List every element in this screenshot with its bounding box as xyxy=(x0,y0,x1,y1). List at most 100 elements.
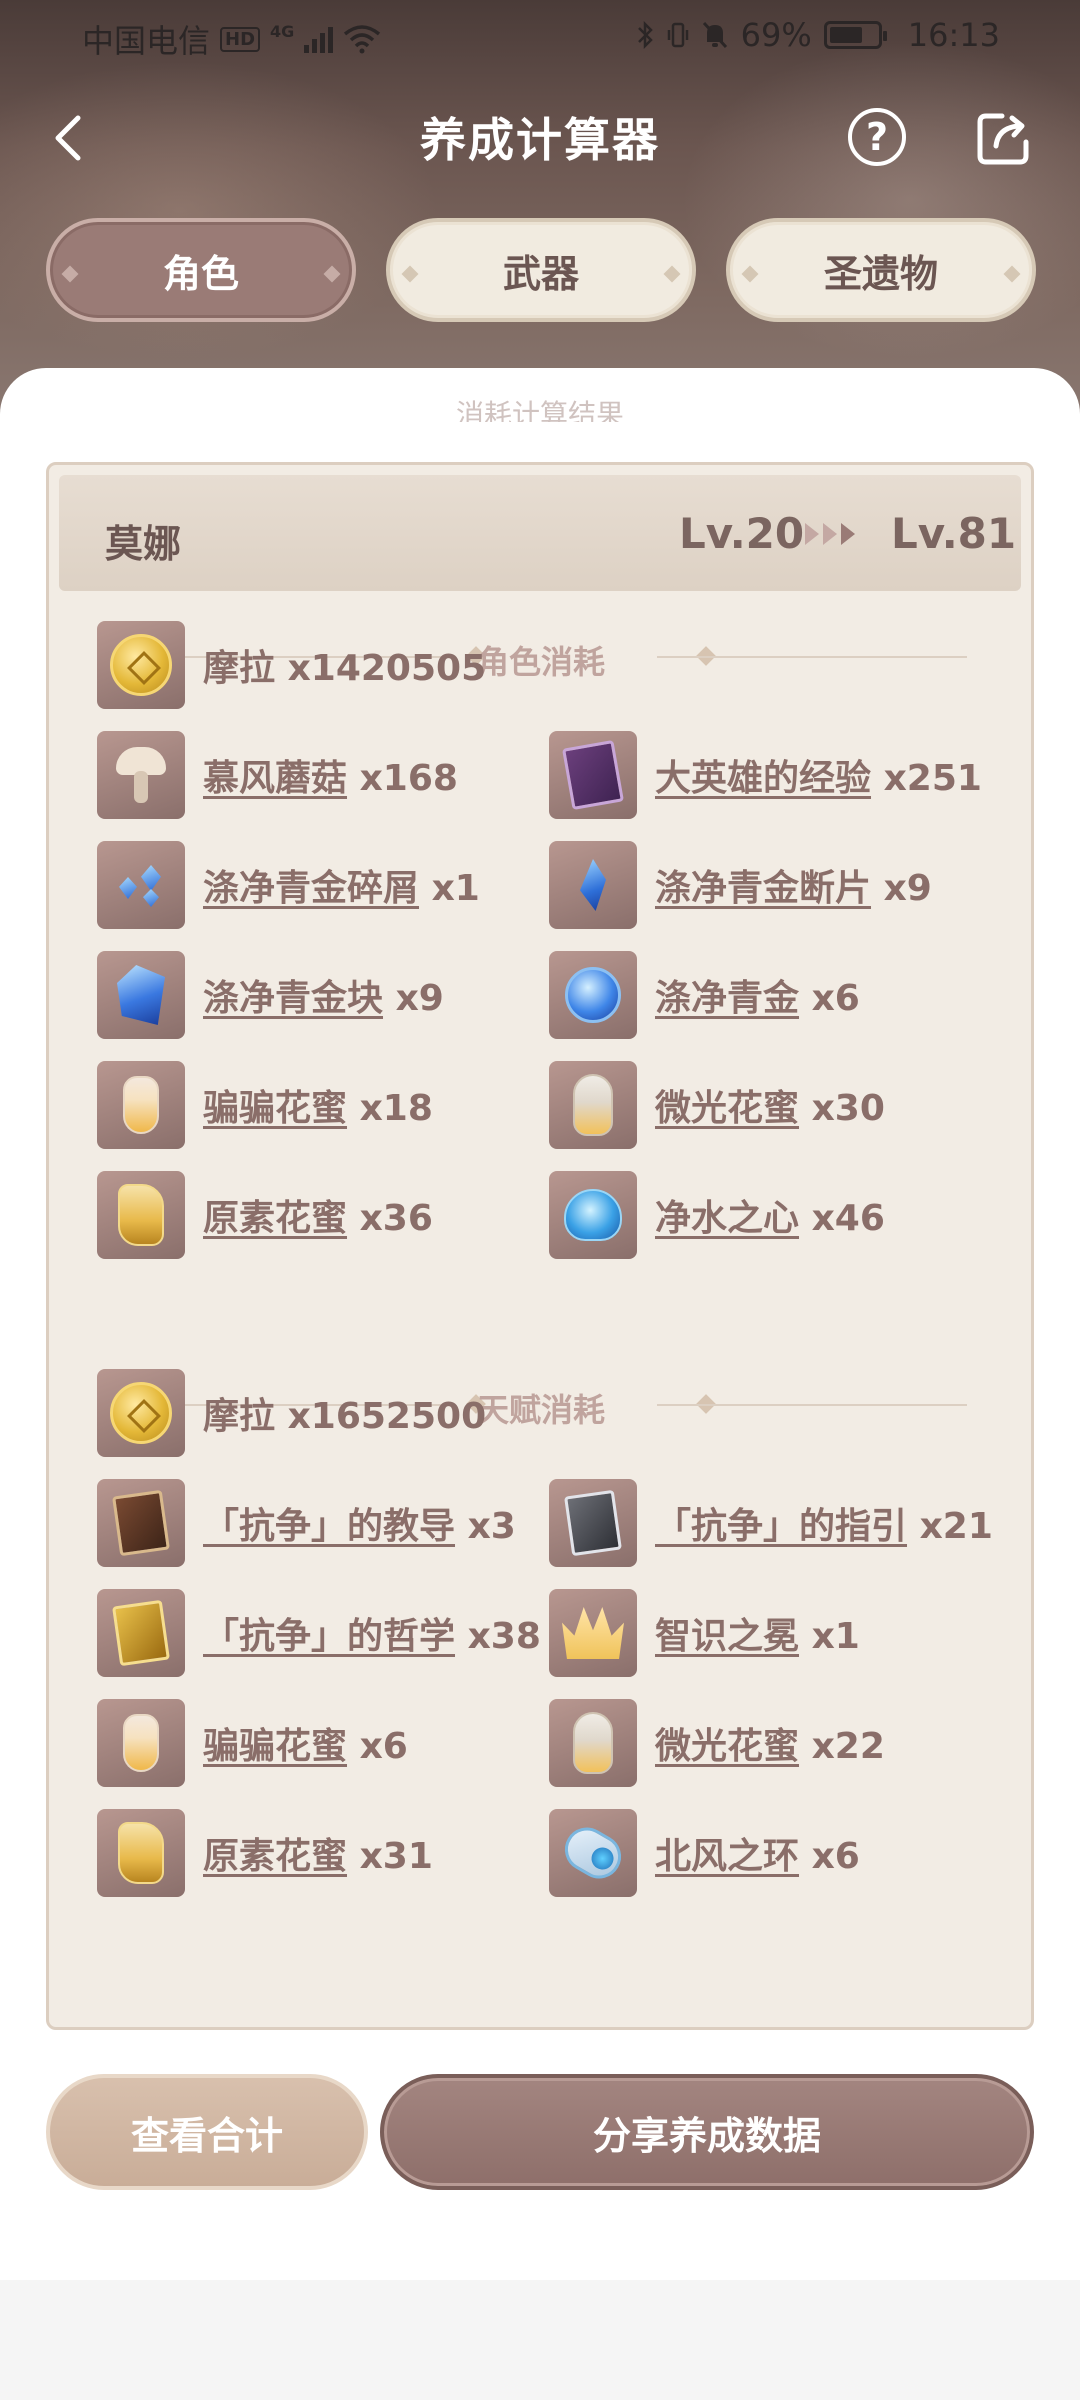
material-quantity: x1420505 xyxy=(287,648,487,689)
material-quantity: x251 xyxy=(883,758,982,799)
character-level-bar: 莫娜 Lv.20 Lv.81 xyxy=(59,475,1021,591)
material-name[interactable]: 微光花蜜 xyxy=(655,1088,799,1129)
status-left: 中国电信 HD 4G xyxy=(82,16,381,62)
shimmering-nectar-icon xyxy=(549,1061,637,1149)
material-quantity: x46 xyxy=(811,1198,885,1239)
level-arrow-icon xyxy=(805,523,855,545)
material-item[interactable]: 涤净青金碎屑 x1 xyxy=(97,841,480,929)
material-name[interactable]: 净水之心 xyxy=(655,1198,799,1239)
nav-bar: 养成计算器 ? xyxy=(0,90,1080,186)
material-quantity: x18 xyxy=(359,1088,433,1129)
battery-percent: 69% xyxy=(740,16,812,54)
material-item[interactable]: 「抗争」的哲学 x38 xyxy=(97,1589,541,1677)
material-quantity: x31 xyxy=(359,1836,433,1877)
tab-character[interactable]: 角色 xyxy=(46,218,356,322)
material-label: 微光花蜜 x22 xyxy=(655,1717,885,1769)
material-name[interactable]: 原素花蜜 xyxy=(203,1198,347,1239)
share-icon[interactable] xyxy=(974,108,1034,168)
network-type: 4G xyxy=(270,21,295,41)
material-label: 净水之心 x46 xyxy=(655,1189,885,1241)
material-quantity: x168 xyxy=(359,758,458,799)
tab-label: 角色 xyxy=(162,251,239,296)
material-item[interactable]: 净水之心 x46 xyxy=(549,1171,885,1259)
tab-label: 圣遗物 xyxy=(823,251,938,296)
material-name[interactable]: 骗骗花蜜 xyxy=(203,1088,347,1129)
vibrate-icon xyxy=(667,22,688,48)
material-item[interactable]: 大英雄的经验 x251 xyxy=(549,731,982,819)
view-total-button[interactable]: 查看合计 xyxy=(46,2074,368,2190)
material-name[interactable]: 涤净青金碎屑 xyxy=(203,868,419,909)
philosophies-book-icon xyxy=(97,1589,185,1677)
material-name[interactable]: 「抗争」的哲学 xyxy=(203,1616,455,1657)
material-label: 摩拉 x1652500 xyxy=(203,1387,486,1439)
mushroom-icon xyxy=(97,731,185,819)
clock-time: 16:13 xyxy=(907,16,1000,54)
wifi-icon xyxy=(344,25,381,54)
material-name[interactable]: 北风之环 xyxy=(655,1836,799,1877)
material-item[interactable]: 涤净青金断片 x9 xyxy=(549,841,932,929)
help-icon[interactable]: ? xyxy=(848,108,906,166)
material-name[interactable]: 骗骗花蜜 xyxy=(203,1726,347,1767)
material-quantity: x21 xyxy=(919,1506,993,1547)
material-name[interactable]: 「抗争」的指引 xyxy=(655,1506,907,1547)
material-item[interactable]: 原素花蜜 x31 xyxy=(97,1809,433,1897)
mora-coin-icon xyxy=(97,621,185,709)
material-item[interactable]: 骗骗花蜜 x18 xyxy=(97,1061,433,1149)
material-item[interactable]: 原素花蜜 x36 xyxy=(97,1171,433,1259)
material-name[interactable]: 「抗争」的教导 xyxy=(203,1506,455,1547)
material-name[interactable]: 慕风蘑菇 xyxy=(203,758,347,799)
material-quantity: x30 xyxy=(811,1088,885,1129)
material-item[interactable]: 慕风蘑菇 x168 xyxy=(97,731,458,819)
material-item[interactable]: 「抗争」的教导 x3 xyxy=(97,1479,516,1567)
material-name[interactable]: 大英雄的经验 xyxy=(655,758,871,799)
material-quantity: x9 xyxy=(883,868,932,909)
material-name[interactable]: 原素花蜜 xyxy=(203,1836,347,1877)
hd-badge: HD xyxy=(220,26,261,52)
material-item[interactable]: 微光花蜜 x22 xyxy=(549,1699,885,1787)
whopperflower-nectar-icon xyxy=(97,1061,185,1149)
material-label: 骗骗花蜜 x6 xyxy=(203,1717,408,1769)
lapis-chunk-icon xyxy=(97,951,185,1039)
material-item[interactable]: 「抗争」的指引 x21 xyxy=(549,1479,993,1567)
material-label: 智识之冕 x1 xyxy=(655,1607,860,1659)
material-name[interactable]: 涤净青金块 xyxy=(203,978,383,1019)
signal-icon xyxy=(304,25,334,53)
material-quantity: x1 xyxy=(431,868,480,909)
material-item[interactable]: 微光花蜜 x30 xyxy=(549,1061,885,1149)
material-item[interactable]: 北风之环 x6 xyxy=(549,1809,860,1897)
tab-weapon[interactable]: 武器 xyxy=(386,218,696,322)
tab-ornament-icon xyxy=(741,265,759,283)
material-label: 微光花蜜 x30 xyxy=(655,1079,885,1131)
crown-icon xyxy=(549,1589,637,1677)
material-quantity: x6 xyxy=(811,978,860,1019)
material-quantity: x9 xyxy=(395,978,444,1019)
level-from: Lv.20 xyxy=(679,509,805,558)
material-item: 摩拉 x1420505 xyxy=(97,621,486,709)
teachings-book-icon xyxy=(97,1479,185,1567)
material-quantity: x3 xyxy=(467,1506,516,1547)
results-heading: 消耗计算结果 xyxy=(455,398,624,422)
material-name[interactable]: 微光花蜜 xyxy=(655,1726,799,1767)
battery-fill xyxy=(829,27,862,43)
tab-ornament-icon xyxy=(663,265,681,283)
tab-artifact[interactable]: 圣遗物 xyxy=(726,218,1036,322)
material-label: 涤净青金 x6 xyxy=(655,969,860,1021)
share-data-button[interactable]: 分享养成数据 xyxy=(380,2074,1034,2190)
material-name[interactable]: 涤净青金断片 xyxy=(655,868,871,909)
material-label: 「抗争」的指引 x21 xyxy=(655,1497,993,1549)
material-item[interactable]: 骗骗花蜜 x6 xyxy=(97,1699,408,1787)
carrier-name: 中国电信 xyxy=(82,22,211,60)
material-label: 骗骗花蜜 x18 xyxy=(203,1079,433,1131)
tab-ornament-icon xyxy=(401,265,419,283)
material-name[interactable]: 涤净青金 xyxy=(655,978,799,1019)
material-name: 摩拉 xyxy=(203,648,276,689)
material-item[interactable]: 涤净青金块 x9 xyxy=(97,951,444,1039)
cleansing-heart-icon xyxy=(549,1171,637,1259)
material-item[interactable]: 智识之冕 x1 xyxy=(549,1589,860,1677)
material-quantity: x22 xyxy=(811,1726,885,1767)
tab-label: 武器 xyxy=(502,251,579,296)
boreal-ring-icon xyxy=(549,1809,637,1897)
material-item[interactable]: 涤净青金 x6 xyxy=(549,951,860,1039)
material-name[interactable]: 智识之冕 xyxy=(655,1616,799,1657)
tab-ornament-icon xyxy=(323,265,341,283)
